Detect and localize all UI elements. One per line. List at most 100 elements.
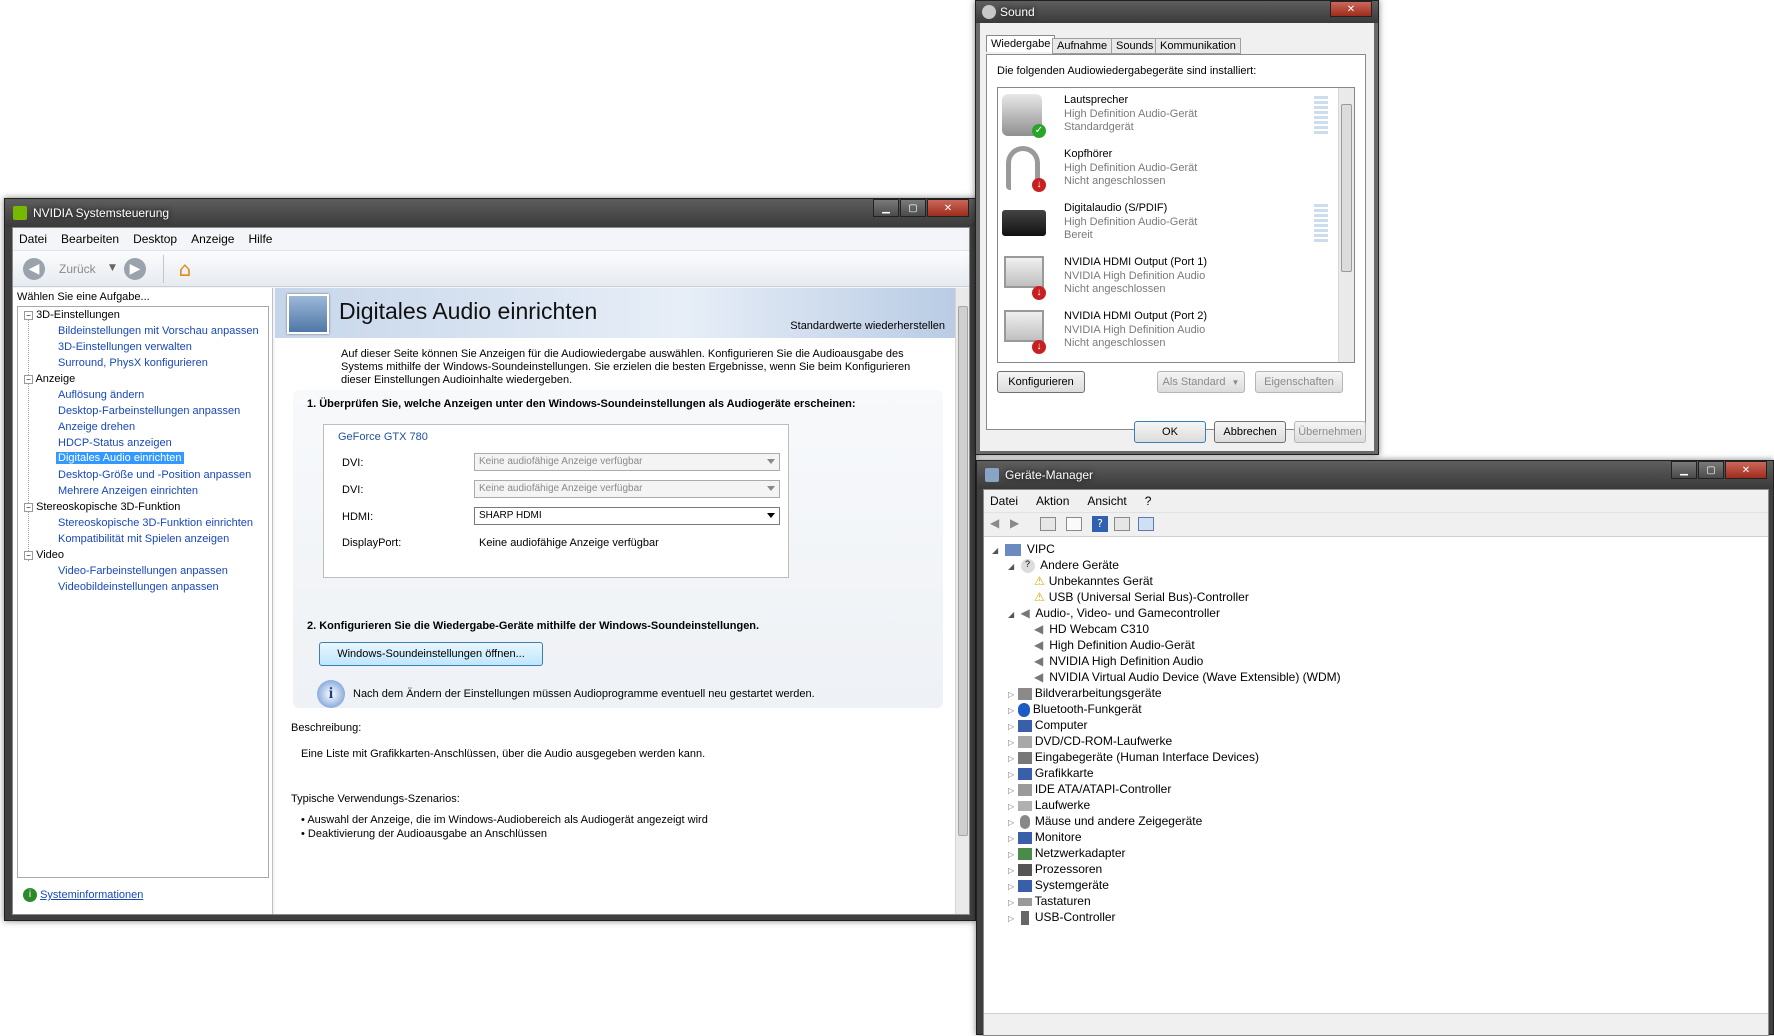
expand-arrow-icon[interactable]: ▷: [1008, 722, 1014, 731]
tree-item[interactable]: Kompatibilität mit Spielen anzeigen: [58, 533, 229, 545]
tree-item[interactable]: 3D-Einstellungen verwalten: [58, 341, 192, 353]
cancel-button[interactable]: Abbrechen: [1214, 421, 1286, 443]
expand-arrow-icon[interactable]: ▷: [1008, 834, 1014, 843]
open-sound-settings-button[interactable]: Windows-Soundeinstellungen öffnen...: [319, 642, 543, 666]
tree-item[interactable]: Mehrere Anzeigen einrichten: [58, 485, 198, 497]
port-dvi2-select[interactable]: Keine audiofähige Anzeige verfügbar: [474, 480, 780, 498]
forward-arrow-icon[interactable]: ▶: [1010, 516, 1019, 530]
tree-category[interactable]: ▷ Monitore: [1008, 830, 1082, 844]
properties-icon[interactable]: [1066, 517, 1082, 531]
expand-arrow-icon[interactable]: ▷: [1008, 802, 1014, 811]
maximize-button[interactable]: ▢: [1698, 461, 1724, 479]
set-default-button[interactable]: Als Standard ▼: [1157, 371, 1245, 393]
expand-arrow-icon[interactable]: ▷: [1008, 818, 1014, 827]
devmgr-titlebar[interactable]: Geräte-Manager ▁ ▢ ✕: [977, 461, 1773, 489]
minimize-button[interactable]: ▁: [873, 199, 899, 217]
restore-defaults-link[interactable]: Standardwerte wiederherstellen: [790, 320, 945, 332]
tree-item[interactable]: Anzeige drehen: [58, 421, 135, 433]
tree-category-3d[interactable]: − 3D-Einstellungen: [24, 309, 120, 321]
device-item[interactable]: ↓ Kopfhörer High Definition Audio-Gerät …: [998, 142, 1328, 196]
tree-item[interactable]: Video-Farbeinstellungen anpassen: [58, 565, 228, 577]
show-hide-tree-icon[interactable]: [1040, 517, 1056, 531]
menu-file[interactable]: Datei: [19, 232, 47, 246]
home-icon[interactable]: ⌂: [173, 257, 197, 281]
device-item[interactable]: ↓ NVIDIA HDMI Output (Port 2) NVIDIA Hig…: [998, 304, 1328, 358]
expand-arrow-icon[interactable]: ▷: [1008, 898, 1014, 907]
tree-category-display[interactable]: − Anzeige: [24, 373, 75, 385]
tree-item[interactable]: Bildeinstellungen mit Vorschau anpassen: [58, 325, 259, 337]
tree-item[interactable]: Auflösung ändern: [58, 389, 144, 401]
expand-toggle-icon[interactable]: −: [24, 310, 33, 320]
tree-category[interactable]: ▷ Laufwerke: [1008, 798, 1090, 812]
tree-item[interactable]: Desktop-Größe und -Position anpassen: [58, 469, 251, 481]
scan-hardware-icon[interactable]: [1138, 517, 1154, 531]
menu-action[interactable]: Aktion: [1036, 494, 1069, 508]
tree-leaf[interactable]: ◀ HD Webcam C310: [1034, 622, 1149, 636]
tree-leaf[interactable]: ◀ NVIDIA Virtual Audio Device (Wave Exten…: [1034, 670, 1341, 684]
back-label[interactable]: Zurück: [59, 262, 96, 276]
device-item[interactable]: ✓ Lautsprecher High Definition Audio-Ger…: [998, 88, 1328, 142]
expand-arrow-icon[interactable]: ▷: [1008, 786, 1014, 795]
tree-category[interactable]: ▷ Tastaturen: [1008, 894, 1091, 908]
back-history-dropdown-icon[interactable]: ▼: [109, 263, 116, 273]
back-arrow-icon[interactable]: ◀: [23, 258, 45, 280]
collapse-arrow-icon[interactable]: ◢: [1008, 610, 1014, 619]
expand-arrow-icon[interactable]: ▷: [1008, 706, 1014, 715]
tree-leaf[interactable]: ⚠ USB (Universal Serial Bus)-Controller: [1034, 590, 1249, 604]
apply-button[interactable]: Übernehmen: [1294, 421, 1366, 443]
configure-button[interactable]: Konfigurieren: [997, 371, 1085, 393]
tab-playback[interactable]: Wiedergabe: [986, 35, 1056, 52]
close-button[interactable]: ✕: [1725, 461, 1767, 479]
tree-root[interactable]: ◢ VIPC: [992, 542, 1055, 556]
scroll-thumb[interactable]: [958, 306, 968, 836]
minimize-button[interactable]: ▁: [1671, 461, 1697, 479]
tree-category[interactable]: ▷ USB-Controller: [1008, 910, 1116, 925]
close-button[interactable]: ✕: [927, 199, 969, 217]
tree-leaf[interactable]: ◀ High Definition Audio-Gerät: [1034, 638, 1195, 652]
device-list-scrollbar[interactable]: [1338, 88, 1354, 362]
tree-category[interactable]: ▷ Systemgeräte: [1008, 878, 1109, 892]
tab-sounds[interactable]: Sounds: [1111, 38, 1159, 54]
tree-item[interactable]: Surround, PhysX konfigurieren: [58, 357, 208, 369]
tree-item[interactable]: HDCP-Status anzeigen: [58, 437, 172, 449]
close-button[interactable]: ✕: [1330, 1, 1372, 17]
tree-leaf[interactable]: ◀ NVIDIA High Definition Audio: [1034, 654, 1203, 668]
content-scrollbar[interactable]: [955, 288, 969, 914]
tree-category[interactable]: ▷ Eingabegeräte (Human Interface Devices…: [1008, 750, 1259, 764]
tree-leaf[interactable]: ⚠ Unbekanntes Gerät: [1034, 574, 1153, 588]
device-item[interactable]: Digitalaudio (S/PDIF) High Definition Au…: [998, 196, 1328, 250]
port-dvi1-select[interactable]: Keine audiofähige Anzeige verfügbar: [474, 453, 780, 471]
tree-node-other-devices[interactable]: ◢ ? Andere Geräte: [1008, 558, 1119, 573]
sound-titlebar[interactable]: Sound ✕: [976, 1, 1378, 23]
collapse-arrow-icon[interactable]: ◢: [1008, 562, 1014, 571]
menu-display[interactable]: Anzeige: [191, 232, 234, 246]
tree-node-audio[interactable]: ◢ ◀ Audio-, Video- und Gamecontroller: [1008, 606, 1220, 620]
expand-toggle-icon[interactable]: −: [24, 550, 33, 560]
forward-arrow-icon[interactable]: ▶: [124, 258, 146, 280]
expand-arrow-icon[interactable]: ▷: [1008, 914, 1014, 923]
expand-arrow-icon[interactable]: ▷: [1008, 690, 1014, 699]
scroll-thumb[interactable]: [1341, 104, 1352, 272]
menu-view[interactable]: Ansicht: [1087, 494, 1126, 508]
menu-edit[interactable]: Bearbeiten: [61, 232, 119, 246]
tab-recording[interactable]: Aufnahme: [1052, 38, 1113, 54]
menu-help[interactable]: Hilfe: [248, 232, 272, 246]
menu-desktop[interactable]: Desktop: [133, 232, 177, 246]
tree-item-selected[interactable]: Digitales Audio einrichten: [56, 452, 184, 464]
collapse-arrow-icon[interactable]: ◢: [992, 546, 998, 555]
expand-arrow-icon[interactable]: ▷: [1008, 850, 1014, 859]
menu-help[interactable]: ?: [1145, 494, 1152, 508]
sysinfo-link[interactable]: i Systeminformationen: [23, 888, 143, 902]
expand-arrow-icon[interactable]: ▷: [1008, 866, 1014, 875]
tree-category[interactable]: ▷ Prozessoren: [1008, 862, 1102, 876]
tree-category[interactable]: ▷ Bluetooth-Funkgerät: [1008, 702, 1142, 717]
expand-arrow-icon[interactable]: ▷: [1008, 770, 1014, 779]
maximize-button[interactable]: ▢: [900, 199, 926, 217]
tree-category-stereo[interactable]: − Stereoskopische 3D-Funktion: [24, 501, 180, 513]
expand-toggle-icon[interactable]: −: [24, 374, 33, 384]
tree-category[interactable]: ▷ DVD/CD-ROM-Laufwerke: [1008, 734, 1172, 748]
ok-button[interactable]: OK: [1134, 421, 1206, 443]
expand-arrow-icon[interactable]: ▷: [1008, 882, 1014, 891]
tree-item[interactable]: Desktop-Farbeinstellungen anpassen: [58, 405, 240, 417]
tree-category[interactable]: ▷ Mäuse und andere Zeigegeräte: [1008, 814, 1202, 829]
